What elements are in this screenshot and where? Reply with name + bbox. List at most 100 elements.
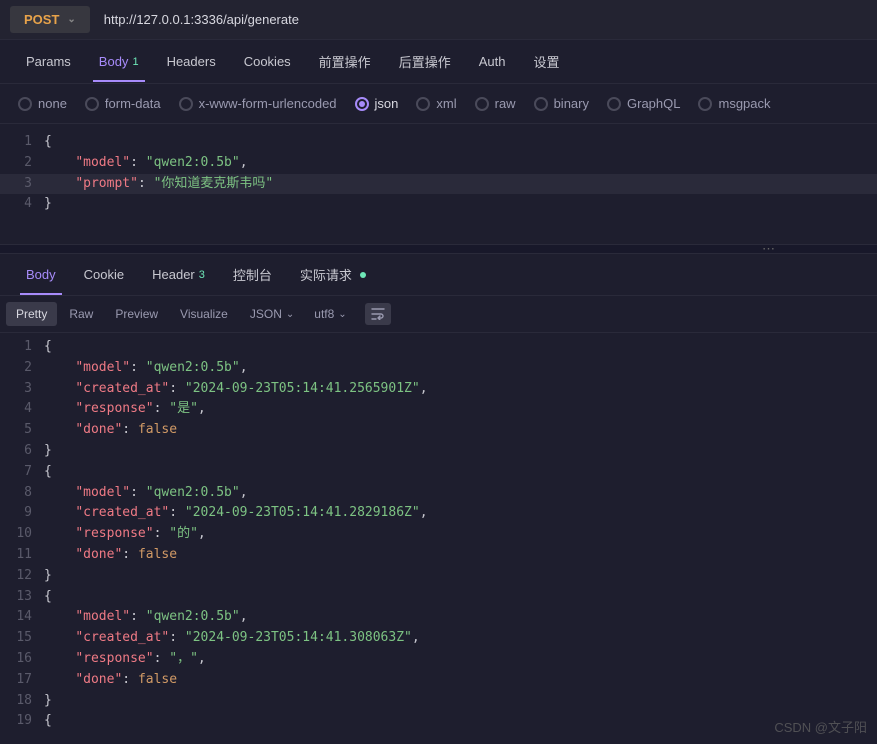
url-input[interactable] xyxy=(90,0,877,39)
response-encoding-select[interactable]: utf8 ⌄ xyxy=(306,302,354,326)
tab-设置[interactable]: 设置 xyxy=(519,40,573,83)
tab-后置操作[interactable]: 后置操作 xyxy=(385,40,465,83)
response-body-editor[interactable]: 1{2 "model": "qwen2:0.5b",3 "created_at"… xyxy=(0,333,877,733)
radio-icon xyxy=(85,97,99,111)
bodytype-GraphQL[interactable]: GraphQL xyxy=(607,96,680,111)
tab-headers[interactable]: Headers xyxy=(153,42,230,81)
bodytype-form-data[interactable]: form-data xyxy=(85,96,161,111)
code-line: 2 "model": "qwen2:0.5b", xyxy=(0,153,877,174)
body-type-row: none form-data x-www-form-urlencoded json xm… xyxy=(0,84,877,124)
wrap-icon xyxy=(371,308,385,320)
line-number: 16 xyxy=(0,649,44,670)
line-number: 1 xyxy=(0,337,44,358)
line-number: 4 xyxy=(0,399,44,420)
code-line: 18} xyxy=(0,691,877,712)
code-line: 6} xyxy=(0,441,877,462)
code-line: 14 "model": "qwen2:0.5b", xyxy=(0,607,877,628)
viewmode-pretty[interactable]: Pretty xyxy=(6,302,57,326)
line-number: 19 xyxy=(0,711,44,732)
tab-cookie[interactable]: Cookie xyxy=(70,255,138,294)
bodytype-xml[interactable]: xml xyxy=(416,96,456,111)
badge: 1 xyxy=(132,56,138,68)
bodytype-binary[interactable]: binary xyxy=(534,96,589,111)
radio-icon xyxy=(607,97,621,111)
line-number: 4 xyxy=(0,194,44,215)
code-line: 20 "model": "qwen2:0.5b", xyxy=(0,732,877,733)
bodytype-msgpack[interactable]: msgpack xyxy=(698,96,770,111)
line-number: 3 xyxy=(0,379,44,400)
code-line: 11 "done": false xyxy=(0,545,877,566)
line-number: 6 xyxy=(0,441,44,462)
line-number: 2 xyxy=(0,153,44,174)
bodytype-json[interactable]: json xyxy=(355,96,399,111)
line-number: 7 xyxy=(0,462,44,483)
bodytype-none[interactable]: none xyxy=(18,96,67,111)
radio-icon xyxy=(355,97,369,111)
watermark: CSDN @文子阳 xyxy=(774,717,867,736)
tab-body[interactable]: Body1 xyxy=(85,42,153,81)
code-line: 9 "created_at": "2024-09-23T05:14:41.282… xyxy=(0,503,877,524)
line-number: 8 xyxy=(0,483,44,504)
code-line: 10 "response": "的", xyxy=(0,524,877,545)
pane-divider[interactable] xyxy=(0,244,877,254)
tab-cookies[interactable]: Cookies xyxy=(230,42,305,81)
chevron-down-icon: ⌄ xyxy=(338,309,346,320)
line-number: 3 xyxy=(0,174,44,195)
response-format-select[interactable]: JSON ⌄ xyxy=(242,302,302,326)
chevron-down-icon: ⌄ xyxy=(286,309,294,320)
code-line: 3 "created_at": "2024-09-23T05:14:41.256… xyxy=(0,379,877,400)
line-number: 1 xyxy=(0,132,44,153)
viewmode-visualize[interactable]: Visualize xyxy=(170,302,238,326)
response-tabs: BodyCookieHeader3控制台实际请求 xyxy=(0,254,877,296)
code-line: 1{ xyxy=(0,132,877,153)
code-line: 2 "model": "qwen2:0.5b", xyxy=(0,358,877,379)
badge: 3 xyxy=(199,269,205,281)
tab-前置操作[interactable]: 前置操作 xyxy=(305,40,385,83)
chevron-down-icon: ⌄ xyxy=(67,14,75,25)
viewmode-raw[interactable]: Raw xyxy=(59,302,103,326)
status-dot-icon xyxy=(360,272,366,278)
request-bar: POST ⌄ xyxy=(0,0,877,40)
code-line: 19{ xyxy=(0,711,877,732)
bodytype-raw[interactable]: raw xyxy=(475,96,516,111)
request-tabs: ParamsBody1HeadersCookies前置操作后置操作Auth设置 xyxy=(0,40,877,84)
line-number: 10 xyxy=(0,524,44,545)
viewmode-preview[interactable]: Preview xyxy=(105,302,168,326)
radio-icon xyxy=(416,97,430,111)
line-number: 18 xyxy=(0,691,44,712)
line-number: 9 xyxy=(0,503,44,524)
tab-控制台[interactable]: 控制台 xyxy=(219,253,286,296)
line-number: 15 xyxy=(0,628,44,649)
line-number: 12 xyxy=(0,566,44,587)
http-method-label: POST xyxy=(24,12,59,27)
code-line: 8 "model": "qwen2:0.5b", xyxy=(0,483,877,504)
line-number: 5 xyxy=(0,420,44,441)
tab-实际请求[interactable]: 实际请求 xyxy=(286,253,380,296)
code-line: 4} xyxy=(0,194,877,215)
line-number: 13 xyxy=(0,587,44,608)
code-line: 13{ xyxy=(0,587,877,608)
code-line: 1{ xyxy=(0,337,877,358)
code-line: 7{ xyxy=(0,462,877,483)
bodytype-x-www-form-urlencoded[interactable]: x-www-form-urlencoded xyxy=(179,96,337,111)
code-line: 3 "prompt": "你知道麦克斯韦吗" xyxy=(0,174,877,195)
tab-body[interactable]: Body xyxy=(12,255,70,294)
code-line: 16 "response": "，", xyxy=(0,649,877,670)
radio-icon xyxy=(534,97,548,111)
view-modes: PrettyRawPreviewVisualize xyxy=(6,302,238,326)
code-line: 15 "created_at": "2024-09-23T05:14:41.30… xyxy=(0,628,877,649)
code-line: 12} xyxy=(0,566,877,587)
tab-params[interactable]: Params xyxy=(12,42,85,81)
radio-icon xyxy=(475,97,489,111)
wrap-lines-button[interactable] xyxy=(365,303,391,325)
line-number: 2 xyxy=(0,358,44,379)
radio-icon xyxy=(179,97,193,111)
radio-icon xyxy=(18,97,32,111)
http-method-select[interactable]: POST ⌄ xyxy=(10,6,90,33)
tab-header[interactable]: Header3 xyxy=(138,255,219,294)
request-body-editor[interactable]: 1{2 "model": "qwen2:0.5b",3 "prompt": "你… xyxy=(0,124,877,244)
code-line: 4 "response": "是", xyxy=(0,399,877,420)
tab-auth[interactable]: Auth xyxy=(465,42,520,81)
line-number: 14 xyxy=(0,607,44,628)
line-number: 17 xyxy=(0,670,44,691)
